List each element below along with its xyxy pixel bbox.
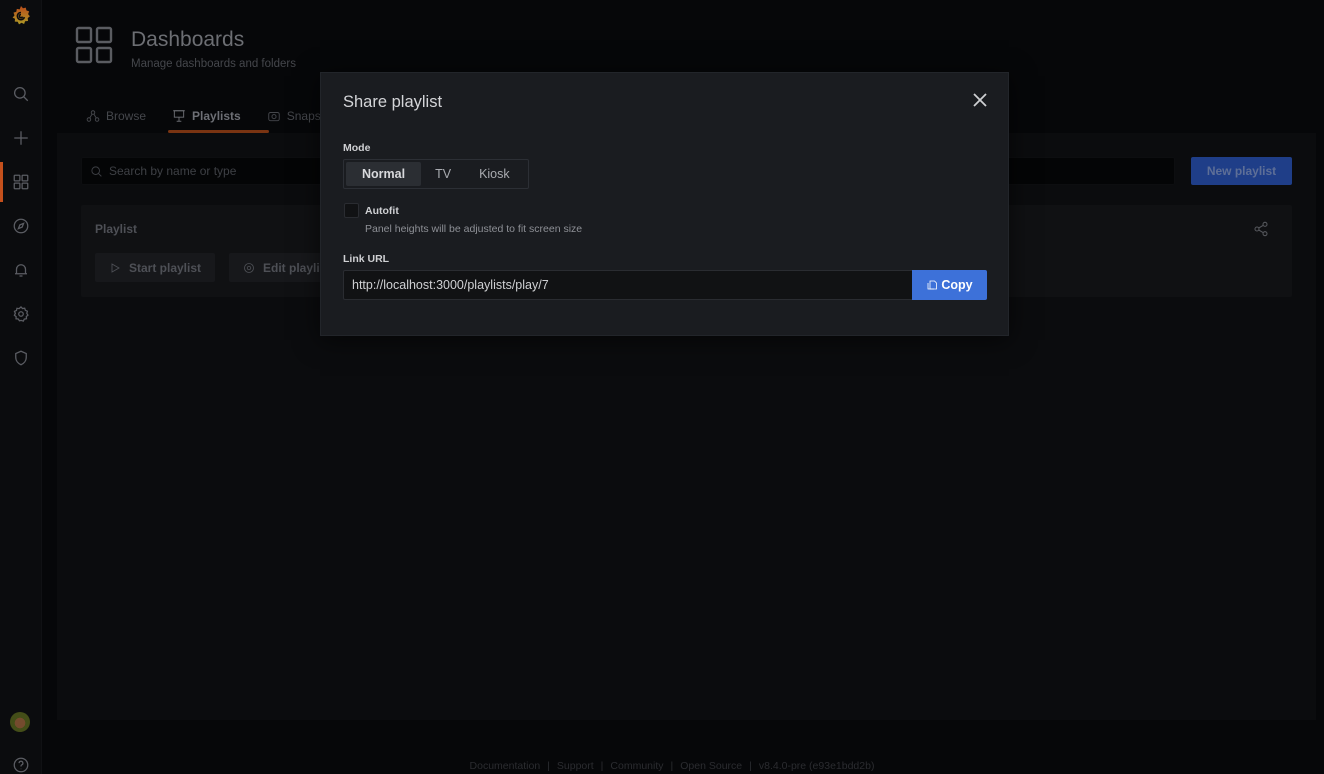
cog-icon [13, 305, 29, 322]
new-playlist-button[interactable]: New playlist [1191, 157, 1292, 185]
sitemap-icon [86, 110, 100, 122]
page-subtitle: Manage dashboards and folders [131, 58, 296, 70]
footer-support-link[interactable]: Support [557, 760, 594, 772]
link-url-input[interactable] [343, 270, 913, 300]
footer-separator: | [670, 760, 674, 772]
grafana-logo-icon[interactable] [9, 4, 33, 28]
tab-playlists-label: Playlists [192, 109, 241, 123]
footer-separator: | [547, 760, 550, 772]
copy-icon [927, 280, 938, 290]
footer-documentation-link[interactable]: Documentation [470, 760, 541, 772]
sidebar-item-alerting[interactable] [8, 257, 34, 283]
footer: Documentation | Support | Community | Op… [0, 760, 1324, 772]
tab-browse[interactable]: Browse [86, 105, 146, 127]
compass-icon [13, 218, 29, 234]
page-title: Dashboards [131, 28, 245, 51]
close-icon [973, 93, 987, 107]
presentation-icon [173, 110, 185, 122]
sidebar-item-server-admin[interactable] [8, 345, 34, 371]
close-modal-button[interactable] [969, 89, 991, 111]
link-url-label: Link URL [343, 253, 390, 265]
autofit-description: Panel heights will be adjusted to fit sc… [365, 223, 583, 235]
share-playlist-modal: Share playlist Mode Normal TV Kiosk Auto… [320, 72, 1009, 336]
copy-button[interactable]: Copy [912, 270, 987, 300]
sidebar-item-dashboards[interactable] [8, 169, 34, 195]
copy-label: Copy [941, 278, 973, 292]
playlist-title: Playlist [95, 222, 138, 236]
mode-option-normal[interactable]: Normal [346, 162, 422, 186]
sidebar-item-configuration[interactable] [8, 301, 34, 327]
mode-option-tv[interactable]: TV [421, 162, 465, 186]
mode-radio-group: Normal TV Kiosk [343, 159, 529, 189]
autofit-label: Autofit [365, 205, 399, 217]
start-playlist-label: Start playlist [129, 260, 202, 275]
footer-open-source-link[interactable]: Open Source [680, 760, 742, 772]
app-root: Dashboards Manage dashboards and folders… [0, 0, 1324, 774]
footer-separator: | [600, 760, 604, 772]
sidebar-item-create[interactable] [8, 125, 34, 151]
start-playlist-button[interactable]: Start playlist [95, 253, 216, 282]
sidebar-active-indicator [0, 162, 3, 202]
camera-icon [268, 112, 280, 122]
play-icon [111, 262, 120, 273]
share-alt-icon [1254, 221, 1268, 237]
user-avatar[interactable] [10, 712, 30, 732]
footer-version[interactable]: v8.4.0-pre (e93e1bdd2b) [759, 760, 875, 772]
shield-icon [15, 350, 27, 366]
sidebar [0, 0, 42, 774]
tab-playlists[interactable]: Playlists [172, 105, 241, 127]
autofit-checkbox[interactable] [344, 203, 359, 218]
search-icon [13, 86, 29, 102]
plus-icon [14, 131, 28, 145]
footer-separator: | [749, 760, 752, 772]
mode-option-kiosk[interactable]: Kiosk [465, 162, 524, 186]
apps-icon [13, 174, 29, 190]
bell-icon [15, 264, 27, 277]
search-icon [91, 165, 102, 177]
tab-browse-label: Browse [106, 109, 147, 123]
sidebar-item-search[interactable] [8, 81, 34, 107]
cog-icon [244, 262, 254, 273]
modal-title: Share playlist [343, 93, 443, 111]
dashboards-header-icon [75, 26, 113, 64]
sidebar-item-explore[interactable] [8, 213, 34, 239]
footer-community-link[interactable]: Community [610, 760, 663, 772]
mode-label: Mode [343, 142, 371, 154]
share-playlist-button[interactable] [1253, 221, 1269, 237]
